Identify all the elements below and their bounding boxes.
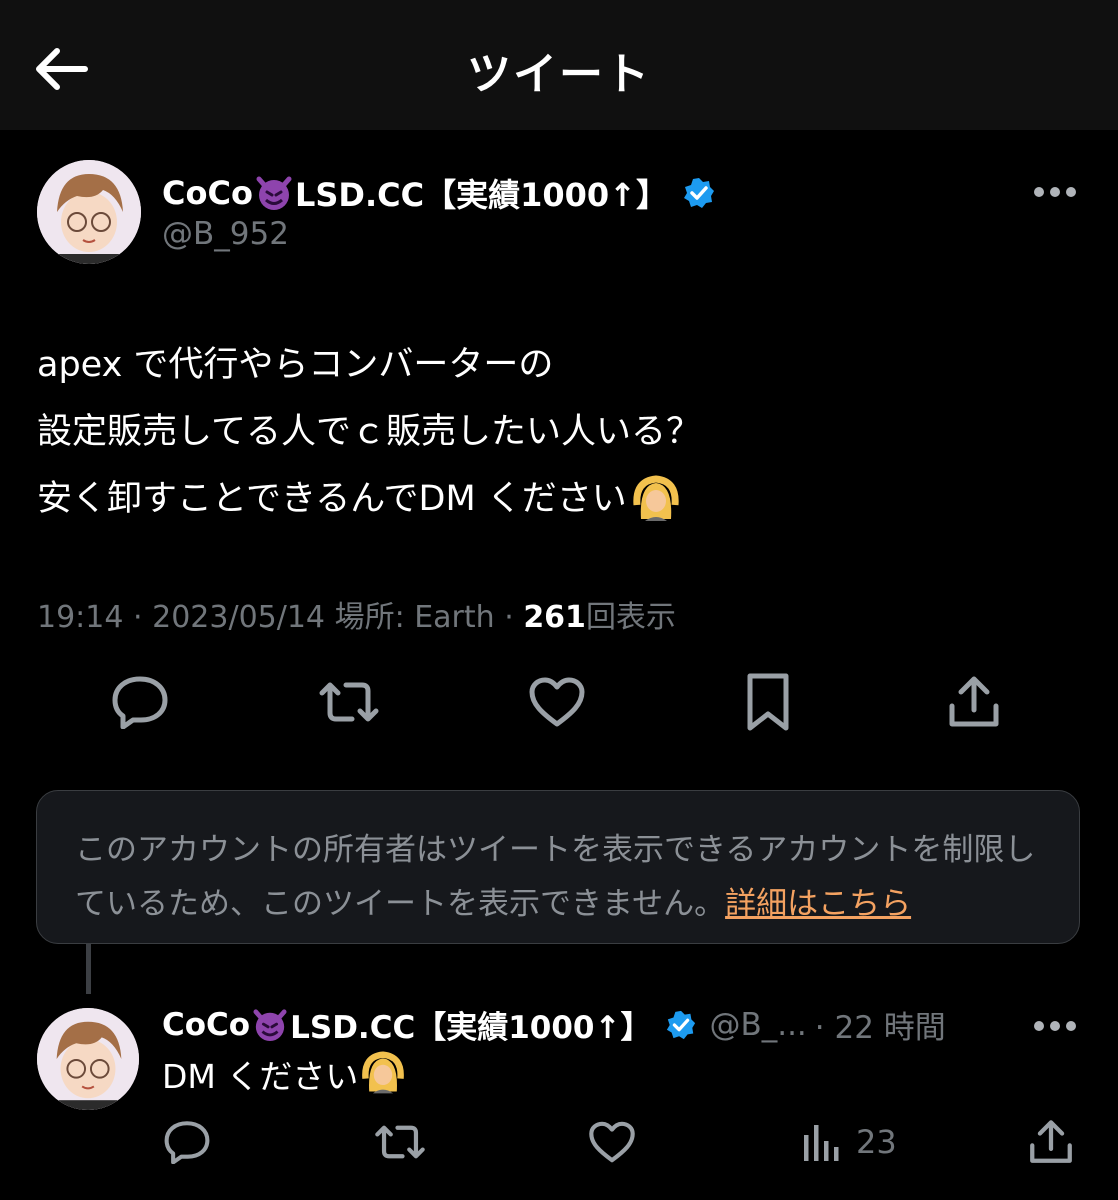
view-count: 261 <box>523 600 586 635</box>
share-icon <box>1030 1120 1072 1163</box>
like-button[interactable] <box>586 1114 638 1170</box>
meta-separator: · <box>504 600 514 635</box>
author-display-name[interactable]: CoCo <box>162 174 253 212</box>
tweet-line: 設定販売してる人でｃ販売したい人いる？ <box>37 412 701 452</box>
share-button[interactable] <box>1026 1114 1076 1170</box>
page-title: ツイート <box>467 49 651 100</box>
tweet-location: 場所: Earth <box>334 600 495 635</box>
bookmark-button[interactable] <box>738 670 798 734</box>
tweet-meta: 19:14 · 2023/05/14 場所: Earth · 261回表示 <box>37 592 676 636</box>
reply-display-name[interactable]: CoCo <box>162 1007 250 1043</box>
more-dots-icon <box>1034 1021 1076 1031</box>
heart-icon <box>589 1121 635 1163</box>
like-button[interactable] <box>526 670 588 734</box>
reply-name-suffix[interactable]: LSD.CC【実績1000↑】 <box>290 1002 651 1047</box>
reply-time[interactable]: · 22 時間 <box>815 1002 946 1047</box>
author-name-row: CoCo LSD.CC【実績1000↑】 <box>162 170 716 216</box>
author-name-suffix[interactable]: LSD.CC【実績1000↑】 <box>295 170 668 216</box>
share-button[interactable] <box>944 670 1004 734</box>
share-icon <box>949 676 999 727</box>
reply-text: DM ください <box>162 1050 406 1098</box>
view-count-label: 回表示 <box>585 600 676 635</box>
heart-icon <box>529 677 585 727</box>
more-options-button[interactable] <box>1026 172 1084 212</box>
more-dots-icon <box>1034 187 1076 197</box>
avatar-image <box>37 160 141 264</box>
thread-connector <box>86 944 91 994</box>
verified-badge-icon <box>667 1010 696 1039</box>
tweet-text: apex で代行やらコンバーターの 設定販売してる人でｃ販売したい人いる？ 安く… <box>37 332 1077 533</box>
reply-handle[interactable]: @B_... <box>709 1007 806 1043</box>
author-handle[interactable]: @B_952 <box>162 216 289 252</box>
retweet-icon <box>375 1125 425 1159</box>
reply-icon <box>164 1121 210 1164</box>
verified-badge-icon <box>683 178 714 208</box>
reply-view-count: 23 <box>856 1123 897 1161</box>
meta-separator: · <box>133 600 143 635</box>
retweet-button[interactable] <box>370 1114 430 1170</box>
restricted-tweet-notice: このアカウントの所有者はツイートを表示できるアカウントを制限しているため、このツ… <box>36 790 1080 944</box>
tweet-date[interactable]: 2023/05/14 <box>152 600 325 635</box>
retweet-button[interactable] <box>314 670 384 734</box>
tweet-time[interactable]: 19:14 <box>37 600 123 635</box>
analytics-bars-icon <box>804 1125 839 1161</box>
reply-icon <box>112 676 168 729</box>
devil-emoji-icon <box>253 1008 287 1041</box>
reply-action-bar: 23 <box>0 1114 1118 1170</box>
bookmark-icon <box>747 673 789 731</box>
tweet-line: apex で代行やらコンバーターの <box>37 345 554 385</box>
person-gesturing-ok-emoji-icon <box>633 474 679 521</box>
reply-avatar[interactable] <box>37 1008 139 1110</box>
top-bar: ツイート <box>0 0 1118 130</box>
tweet-line: 安く卸すことできるんでDM ください <box>37 466 1077 533</box>
devil-emoji-icon <box>256 176 292 210</box>
tweet-line-text: 安く卸すことできるんでDM ください <box>37 479 627 519</box>
reply-button[interactable] <box>108 670 172 734</box>
tweet-action-bar <box>0 670 1118 734</box>
avatar-image <box>37 1008 139 1110</box>
reply-button[interactable] <box>162 1114 212 1170</box>
avatar[interactable] <box>37 160 141 264</box>
person-gesturing-ok-emoji-icon <box>362 1051 405 1094</box>
reply-text-content: DM ください <box>162 1057 359 1096</box>
reply-author-row: CoCo LSD.CC【実績1000↑】 @B_... · 22 時間 <box>162 1002 946 1047</box>
reply-more-options-button[interactable] <box>1026 1006 1084 1046</box>
learn-more-link[interactable]: 詳細はこちら <box>725 886 911 922</box>
views-button[interactable]: 23 <box>800 1114 920 1170</box>
retweet-icon <box>319 682 379 722</box>
